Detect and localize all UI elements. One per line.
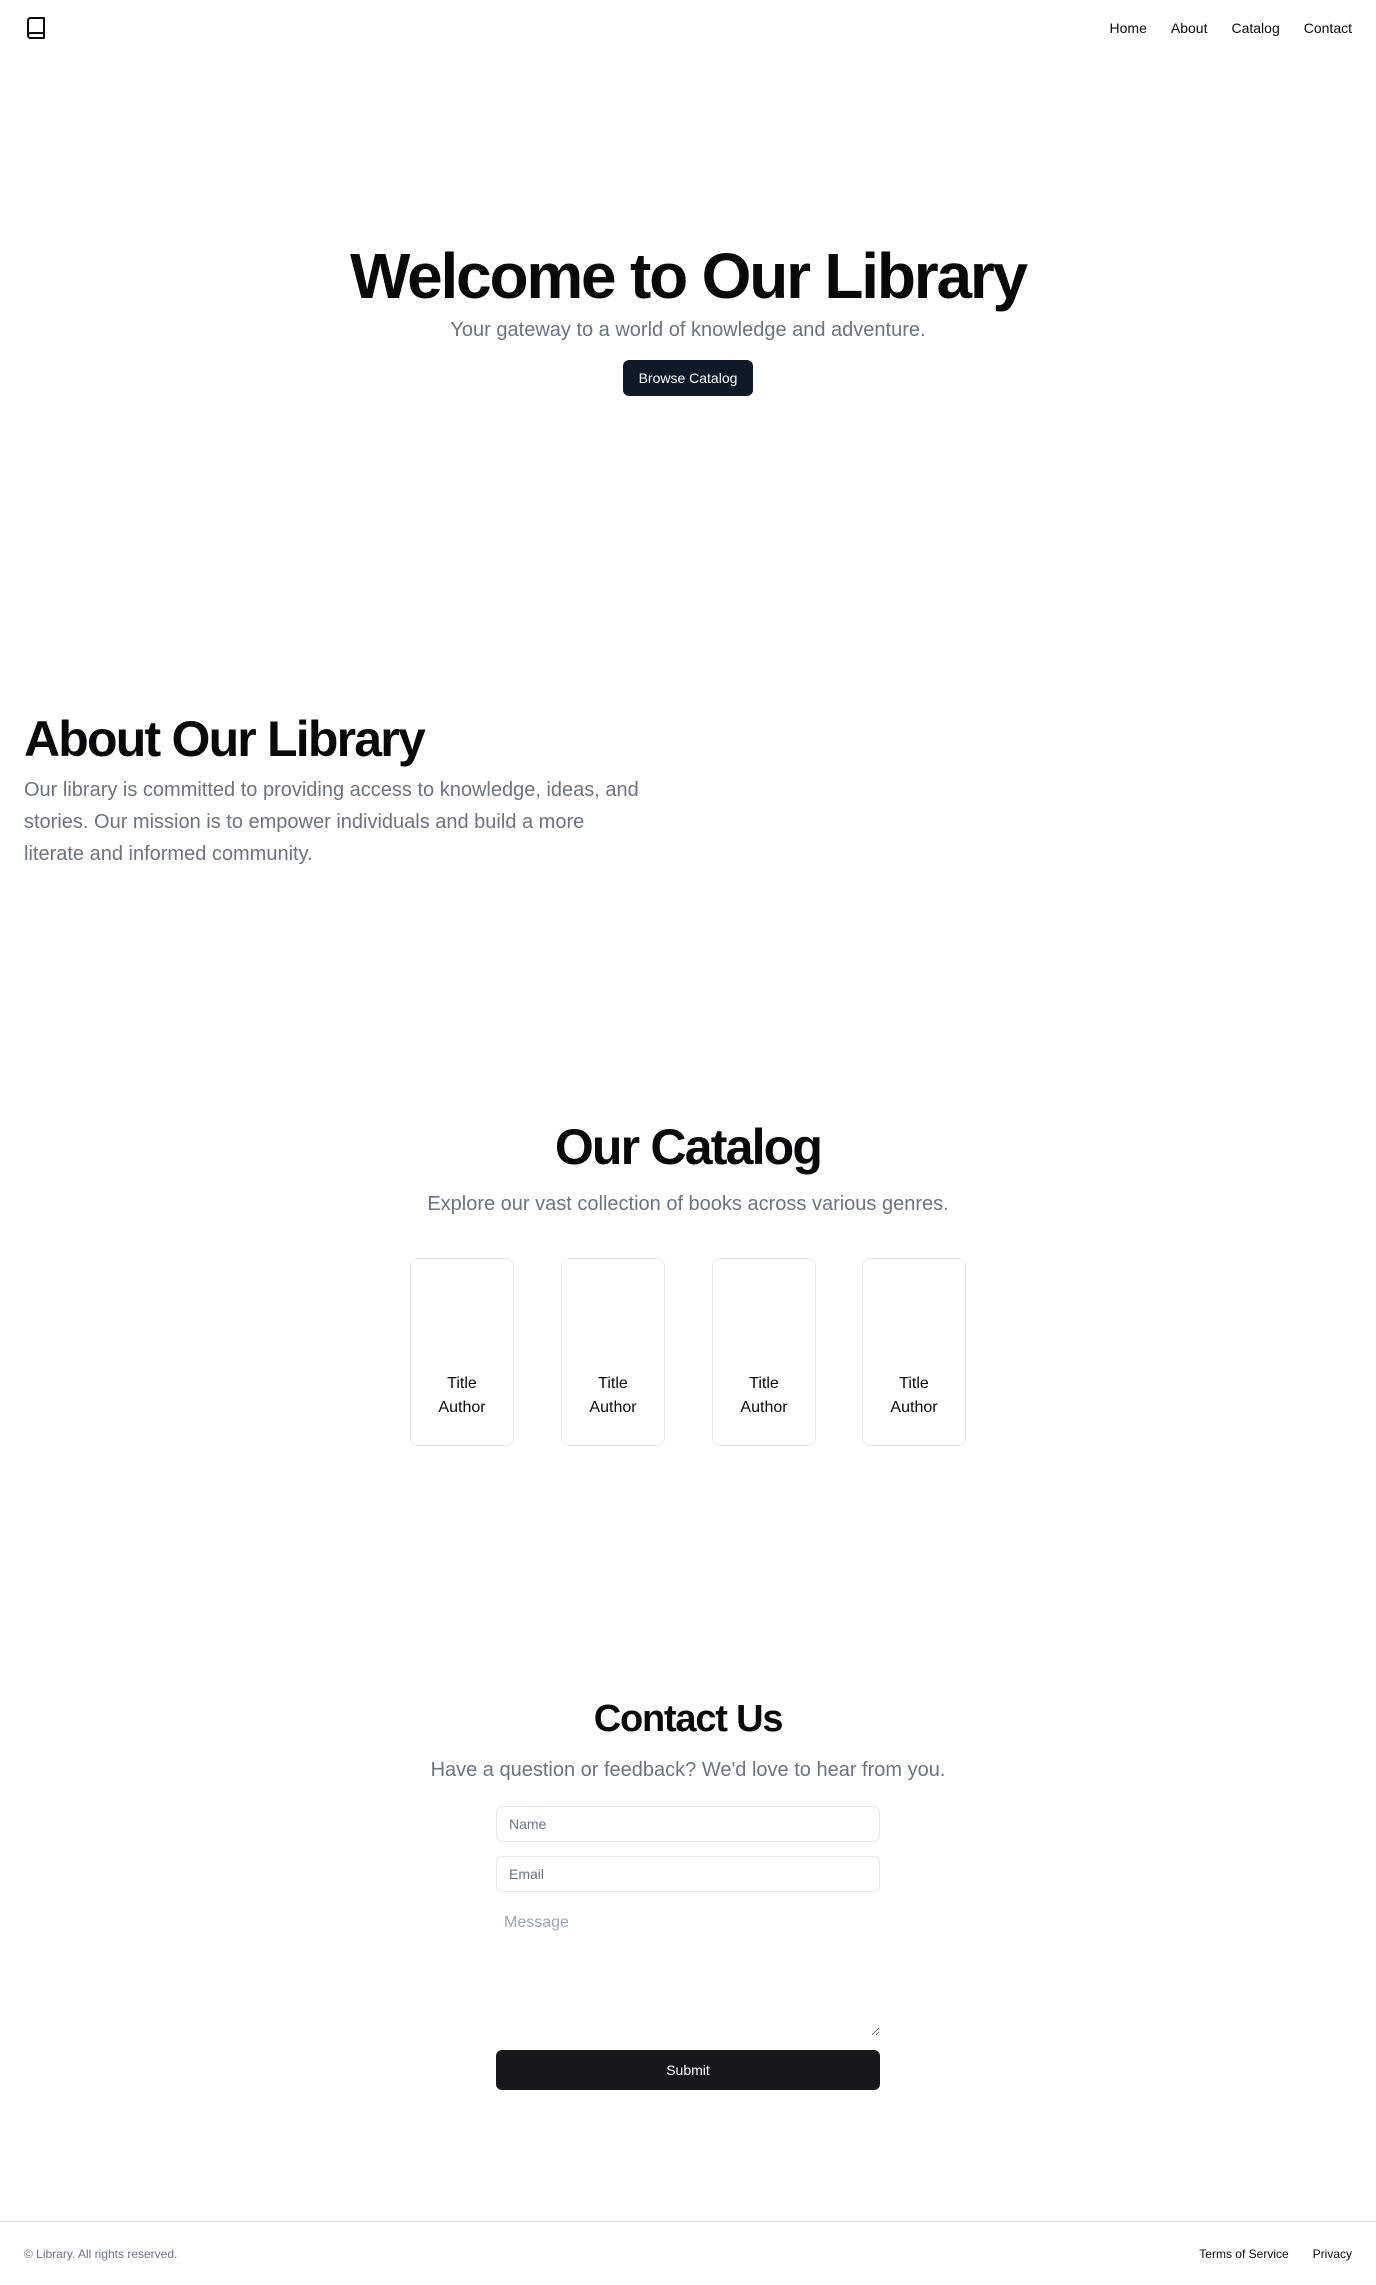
browse-catalog-button[interactable]: Browse Catalog: [622, 360, 754, 396]
catalog-title: Our Catalog: [554, 1119, 823, 1175]
book-card[interactable]: Title Author: [862, 1258, 966, 1446]
hero-section: Welcome to Our Library Your gateway to a…: [0, 240, 1376, 396]
about-title: About Our Library: [24, 711, 426, 767]
book-icon[interactable]: [24, 16, 48, 40]
name-input[interactable]: [496, 1806, 880, 1842]
book-title: Title: [447, 1375, 477, 1392]
about-body: Our library is committed to providing ac…: [24, 779, 639, 865]
book-author: Author: [890, 1399, 938, 1416]
nav-contact[interactable]: Contact: [1304, 18, 1352, 38]
nav-about[interactable]: About: [1171, 18, 1208, 38]
footer-link-privacy[interactable]: Privacy: [1313, 2246, 1352, 2262]
main-nav: Home About Catalog Contact: [1110, 18, 1352, 38]
book-card[interactable]: Title Author: [712, 1258, 816, 1446]
submit-button[interactable]: Submit: [496, 2050, 880, 2090]
book-grid: Title Author Title Author Title Author T…: [410, 1258, 966, 1446]
contact-form: Submit: [496, 1806, 880, 2090]
contact-section: Contact Us Have a question or feedback? …: [0, 1696, 1376, 2090]
footer-link-terms[interactable]: Terms of Service: [1199, 2246, 1288, 2262]
book-card[interactable]: Title Author: [561, 1258, 665, 1446]
site-header: Home About Catalog Contact: [0, 0, 1376, 56]
footer-links: Terms of Service Privacy: [1199, 2246, 1352, 2262]
book-title: Title: [899, 1375, 929, 1392]
book-title: Title: [598, 1375, 628, 1392]
hero-title: Welcome to Our Library: [350, 240, 1028, 312]
book-author: Author: [438, 1399, 486, 1416]
copyright-text: © Library. All rights reserved.: [24, 2247, 178, 2261]
book-author: Author: [589, 1399, 637, 1416]
contact-subtitle: Have a question or feedback? We'd love t…: [430, 1759, 946, 1781]
book-title: Title: [749, 1375, 779, 1392]
hero-subtitle: Your gateway to a world of knowledge and…: [450, 319, 926, 341]
catalog-subtitle: Explore our vast collection of books acr…: [427, 1193, 949, 1215]
about-section: About Our Library Our library is committ…: [24, 710, 644, 870]
catalog-section: Our Catalog Explore our vast collection …: [0, 1118, 1376, 1446]
site-footer: © Library. All rights reserved. Terms of…: [0, 2221, 1376, 2285]
nav-home[interactable]: Home: [1110, 18, 1147, 38]
email-input[interactable]: [496, 1856, 880, 1892]
nav-catalog[interactable]: Catalog: [1231, 18, 1279, 38]
book-author: Author: [740, 1399, 788, 1416]
message-textarea[interactable]: [496, 1906, 880, 2036]
contact-title: Contact Us: [593, 1698, 784, 1740]
book-card[interactable]: Title Author: [410, 1258, 514, 1446]
